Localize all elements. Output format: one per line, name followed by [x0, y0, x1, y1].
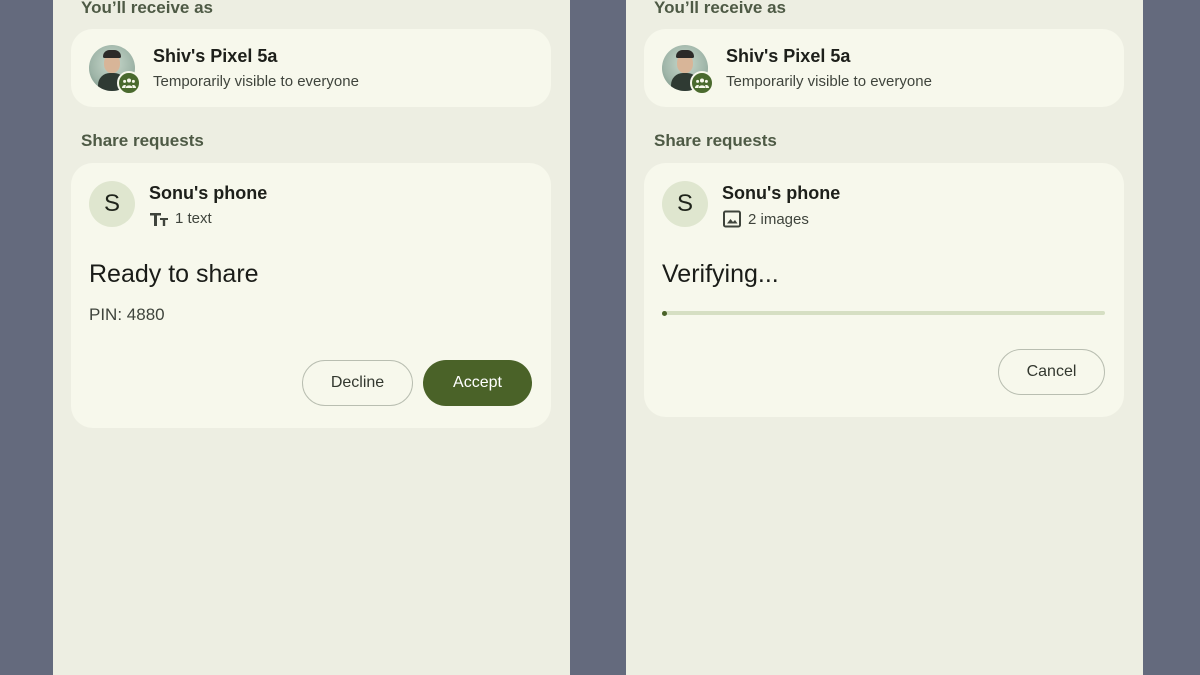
receive-as-label: You’ll receive as	[81, 0, 213, 17]
payload-label: 2 images	[748, 210, 809, 228]
sender-avatar: S	[662, 181, 708, 227]
payload-summary: 2 images	[722, 210, 809, 228]
receive-as-label: You’ll receive as	[654, 0, 786, 17]
payload-label: 1 text	[175, 210, 212, 227]
share-request-card: S Sonu's phone 1 text Ready to share PIN…	[71, 163, 551, 428]
pin-code: PIN: 4880	[89, 305, 165, 324]
text-format-icon	[149, 211, 169, 227]
image-icon	[722, 210, 742, 228]
people-icon	[690, 71, 714, 95]
device-name: Shiv's Pixel 5a	[726, 46, 851, 66]
share-status-title: Verifying...	[662, 260, 779, 288]
visibility-status: Temporarily visible to everyone	[726, 73, 932, 90]
sender-name: Sonu's phone	[722, 183, 841, 203]
verification-progress-bar	[662, 310, 1105, 316]
people-icon	[117, 71, 141, 95]
share-status-title: Ready to share	[89, 260, 259, 288]
share-requests-label: Share requests	[81, 131, 204, 150]
device-name: Shiv's Pixel 5a	[153, 46, 278, 66]
device-identity-card: Shiv's Pixel 5a Temporarily visible to e…	[71, 29, 551, 107]
decline-button[interactable]: Decline	[302, 360, 413, 406]
cancel-button[interactable]: Cancel	[998, 349, 1105, 395]
share-requests-label: Share requests	[654, 131, 777, 150]
sender-name: Sonu's phone	[149, 183, 268, 203]
visibility-status: Temporarily visible to everyone	[153, 73, 359, 90]
sender-avatar: S	[89, 181, 135, 227]
stage: You’ll receive as Shiv's Pixel 5a Tempor…	[0, 0, 1200, 675]
phone-screen-verifying: You’ll receive as Shiv's Pixel 5a Tempor…	[626, 0, 1143, 675]
accept-button[interactable]: Accept	[423, 360, 532, 406]
payload-summary: 1 text	[149, 210, 212, 227]
share-request-card: S Sonu's phone 2 images Verifying... Can…	[644, 163, 1124, 417]
device-identity-card: Shiv's Pixel 5a Temporarily visible to e…	[644, 29, 1124, 107]
phone-screen-ready: You’ll receive as Shiv's Pixel 5a Tempor…	[53, 0, 570, 675]
progress-fill	[662, 310, 668, 316]
